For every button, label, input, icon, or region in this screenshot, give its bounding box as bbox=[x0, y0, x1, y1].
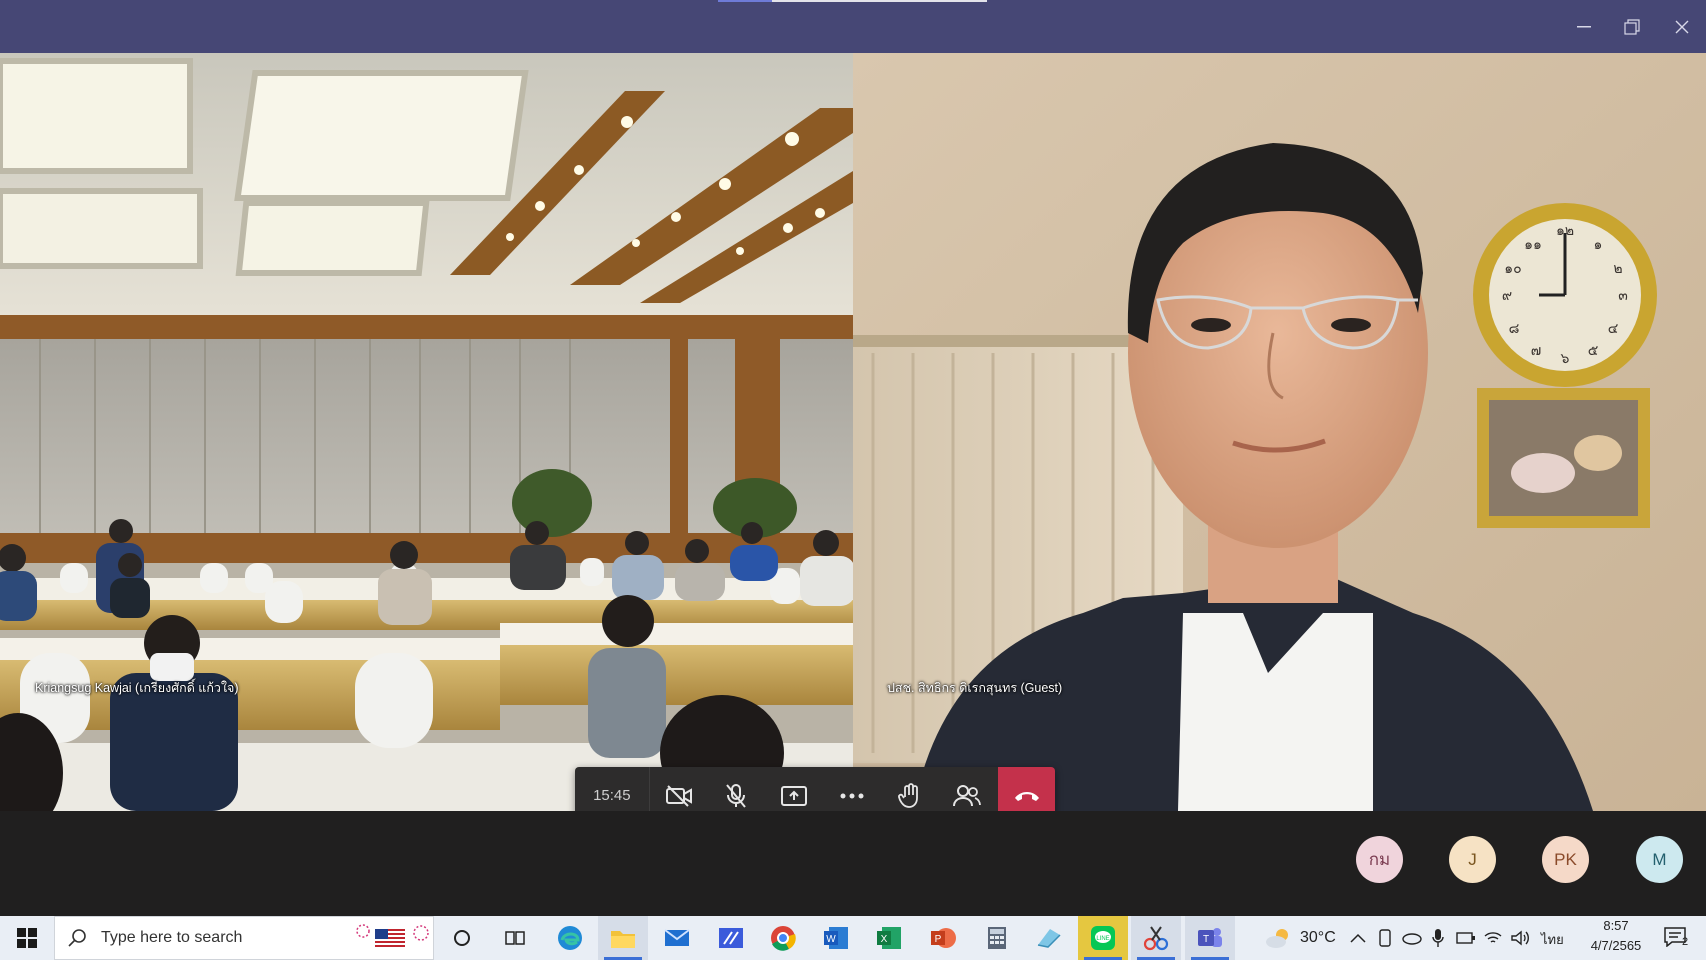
mic-off-icon bbox=[726, 783, 747, 808]
participant-avatar[interactable]: PK bbox=[1542, 836, 1589, 883]
onedrive-cloud-icon[interactable] bbox=[1402, 931, 1422, 945]
svg-text:W: W bbox=[826, 934, 836, 945]
task-view-button[interactable] bbox=[490, 916, 540, 960]
people-icon bbox=[953, 784, 982, 806]
search-icon bbox=[68, 929, 86, 947]
svg-text:LINE: LINE bbox=[1096, 936, 1109, 942]
svg-text:๙: ๙ bbox=[1502, 288, 1512, 304]
volume-icon[interactable] bbox=[1510, 930, 1530, 946]
search-placeholder: Type here to search bbox=[101, 929, 243, 946]
call-timer: 15:45 bbox=[593, 787, 631, 804]
notification-count: 2 bbox=[1682, 936, 1689, 948]
cortana-icon bbox=[454, 930, 470, 946]
svg-text:๑๑: ๑๑ bbox=[1524, 237, 1542, 253]
svg-text:๔: ๔ bbox=[1608, 321, 1619, 337]
taskbar-app-edge[interactable] bbox=[545, 916, 595, 960]
svg-text:P: P bbox=[935, 934, 942, 945]
taskbar-search-box[interactable]: Type here to search bbox=[54, 916, 434, 960]
title-tab-indicator bbox=[718, 0, 772, 2]
minimize-button[interactable] bbox=[1562, 12, 1606, 42]
more-icon bbox=[840, 793, 864, 798]
taskbar-app-line[interactable]: LINE bbox=[1078, 916, 1128, 960]
participant-avatar[interactable]: J bbox=[1449, 836, 1496, 883]
scissors-icon bbox=[1143, 926, 1169, 951]
paint-icon bbox=[1037, 929, 1061, 948]
teams-icon: T bbox=[1198, 928, 1222, 947]
taskbar-app-excel[interactable]: X bbox=[864, 916, 914, 960]
edge-icon bbox=[558, 926, 582, 950]
powerpoint-icon: P bbox=[931, 928, 956, 948]
taskbar-app-mail[interactable] bbox=[652, 916, 702, 960]
taskbar-app-teams[interactable]: T bbox=[1185, 916, 1235, 960]
weather-cloud-icon bbox=[1266, 929, 1288, 948]
cortana-button[interactable] bbox=[437, 916, 487, 960]
video-stage: Kriangsug Kawjai (เกรียงศักดิ์ แก้วใจ) ๑… bbox=[0, 53, 1706, 824]
windows-taskbar: Type here to search W X P LINE T 30°C ไท… bbox=[0, 916, 1706, 960]
task-view-icon bbox=[505, 931, 525, 945]
restore-button[interactable] bbox=[1610, 12, 1654, 42]
window-titlebar bbox=[0, 0, 1706, 53]
taskbar-app-calculator[interactable] bbox=[972, 916, 1022, 960]
search-highlight-icon bbox=[356, 924, 429, 949]
wifi-icon[interactable] bbox=[1483, 930, 1503, 946]
raise-hand-icon bbox=[897, 782, 918, 808]
notification-center-button[interactable]: 2 bbox=[1660, 924, 1700, 952]
participant-avatar[interactable]: M bbox=[1636, 836, 1683, 883]
excel-icon: X bbox=[877, 927, 901, 949]
svg-text:๖: ๖ bbox=[1561, 351, 1570, 367]
taskbar-app-word[interactable]: W bbox=[811, 916, 861, 960]
participant-name-label: Kriangsug Kawjai (เกรียงศักดิ์ แก้วใจ) bbox=[35, 681, 239, 695]
line-chat-icon: LINE bbox=[1091, 926, 1115, 950]
chevron-up-icon[interactable] bbox=[1350, 933, 1366, 943]
taskbar-app-powerpoint[interactable]: P bbox=[918, 916, 968, 960]
phone-hangup-icon bbox=[1014, 791, 1039, 801]
taskbar-app-file-explorer[interactable] bbox=[598, 916, 648, 960]
restore-icon bbox=[1624, 19, 1640, 35]
windows-logo-icon bbox=[17, 928, 37, 948]
video-tile-speaker[interactable]: ๑๒๓๖๙ ๑๒๔๕ ๗๘๑๐ ๑๑ ปสช. สิทธิกร ดิเรกสุน… bbox=[853, 53, 1706, 811]
clock-date[interactable]: 4/7/2565 bbox=[1580, 938, 1652, 953]
calculator-icon bbox=[988, 927, 1006, 949]
folder-icon bbox=[611, 931, 635, 948]
pen-app-icon bbox=[719, 928, 743, 948]
svg-text:๗: ๗ bbox=[1531, 343, 1542, 359]
share-tray-icon bbox=[781, 785, 808, 806]
taskbar-app-pen[interactable] bbox=[706, 916, 756, 960]
word-icon: W bbox=[824, 927, 848, 949]
battery-icon[interactable] bbox=[1456, 931, 1476, 945]
participant-avatar[interactable]: กม bbox=[1356, 836, 1403, 883]
taskbar-app-chrome[interactable] bbox=[758, 916, 808, 960]
mail-icon bbox=[664, 929, 690, 946]
microphone-icon[interactable] bbox=[1432, 928, 1444, 948]
close-button[interactable] bbox=[1660, 12, 1704, 42]
video-tile-room[interactable]: Kriangsug Kawjai (เกรียงศักดิ์ แก้วใจ) bbox=[0, 53, 853, 811]
svg-text:๕: ๕ bbox=[1588, 343, 1599, 359]
svg-text:๘: ๘ bbox=[1509, 321, 1520, 337]
svg-text:๓: ๓ bbox=[1618, 288, 1628, 304]
participant-name-label: ปสช. สิทธิกร ดิเรกสุนทร (Guest) bbox=[887, 681, 1063, 695]
svg-text:๑: ๑ bbox=[1594, 237, 1603, 253]
chrome-icon bbox=[771, 926, 796, 951]
input-language[interactable]: ไทย bbox=[1541, 929, 1564, 950]
start-button[interactable] bbox=[0, 916, 54, 960]
camera-off-icon bbox=[665, 784, 692, 807]
minimize-icon bbox=[1577, 26, 1591, 28]
device-icon[interactable] bbox=[1378, 929, 1392, 947]
weather-temperature[interactable]: 30°C bbox=[1300, 929, 1336, 947]
taskbar-app-paint[interactable] bbox=[1024, 916, 1074, 960]
svg-text:X: X bbox=[881, 934, 888, 945]
close-icon bbox=[1675, 20, 1689, 34]
clock-time[interactable]: 8:57 bbox=[1590, 918, 1642, 933]
svg-text:๒: ๒ bbox=[1613, 261, 1622, 277]
svg-text:T: T bbox=[1203, 934, 1209, 945]
title-tab-indicator-secondary bbox=[772, 0, 987, 2]
participant-strip: กม J PK M bbox=[0, 811, 1706, 916]
taskbar-app-snip[interactable] bbox=[1131, 916, 1181, 960]
svg-text:๑๐: ๑๐ bbox=[1504, 261, 1521, 277]
